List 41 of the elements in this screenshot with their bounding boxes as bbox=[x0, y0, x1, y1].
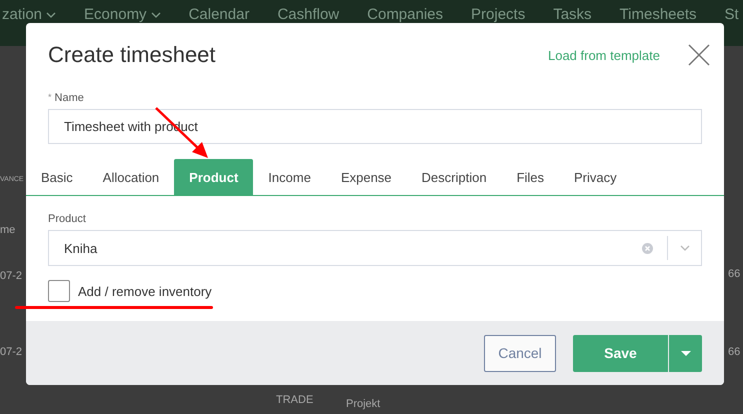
tab[interactable]: Income bbox=[253, 159, 326, 195]
chevron-down-icon bbox=[46, 12, 56, 18]
nav-item[interactable]: Companies bbox=[367, 6, 444, 23]
checkbox[interactable] bbox=[48, 280, 70, 302]
tab[interactable]: Expense bbox=[326, 159, 407, 195]
tab[interactable]: Privacy bbox=[559, 159, 632, 195]
nav-item[interactable]: zation bbox=[2, 6, 56, 23]
nav-item[interactable]: St bbox=[724, 6, 739, 23]
caret-icon bbox=[680, 350, 690, 356]
tab[interactable]: Product bbox=[174, 159, 254, 195]
cancel-button[interactable]: Cancel bbox=[484, 334, 556, 372]
required-mark: * bbox=[48, 92, 52, 104]
nav-item[interactable]: Cashflow bbox=[277, 6, 340, 23]
background-text: 07-2 bbox=[0, 270, 22, 282]
tab[interactable]: Files bbox=[502, 159, 560, 195]
nav-item[interactable]: Timesheets bbox=[620, 6, 697, 23]
background-text: TRADE bbox=[276, 394, 314, 406]
background-text: me bbox=[0, 224, 16, 236]
save-button[interactable]: Save bbox=[573, 334, 668, 372]
tab[interactable]: Basic bbox=[26, 159, 88, 195]
close-icon[interactable] bbox=[688, 44, 710, 66]
chevron-down-icon[interactable] bbox=[680, 245, 690, 251]
dropdown-button[interactable] bbox=[669, 334, 702, 372]
clear-icon[interactable] bbox=[642, 242, 653, 254]
load-template-link[interactable]: Load from template bbox=[548, 48, 660, 62]
product-select[interactable]: Kniha bbox=[48, 230, 702, 266]
background-text: Projekt bbox=[346, 398, 380, 410]
background-text: 66 bbox=[728, 346, 740, 358]
background-text: 66 bbox=[728, 268, 740, 280]
nav-item[interactable]: Tasks bbox=[553, 6, 592, 23]
nav-item[interactable]: Calendar bbox=[188, 6, 250, 23]
field-label: Product bbox=[48, 213, 86, 225]
dialog-title: Create timesheet bbox=[48, 42, 217, 68]
nav-item[interactable]: Economy bbox=[84, 6, 161, 23]
checkbox-label: Add / remove inventory bbox=[78, 284, 212, 298]
field-label: Name bbox=[54, 92, 84, 104]
tab[interactable]: Allocation bbox=[88, 159, 174, 195]
background-text: 07-2 bbox=[0, 346, 22, 358]
tab[interactable]: Description bbox=[406, 159, 502, 195]
chevron-down-icon bbox=[150, 12, 161, 18]
nav-item[interactable]: Projects bbox=[471, 6, 526, 23]
